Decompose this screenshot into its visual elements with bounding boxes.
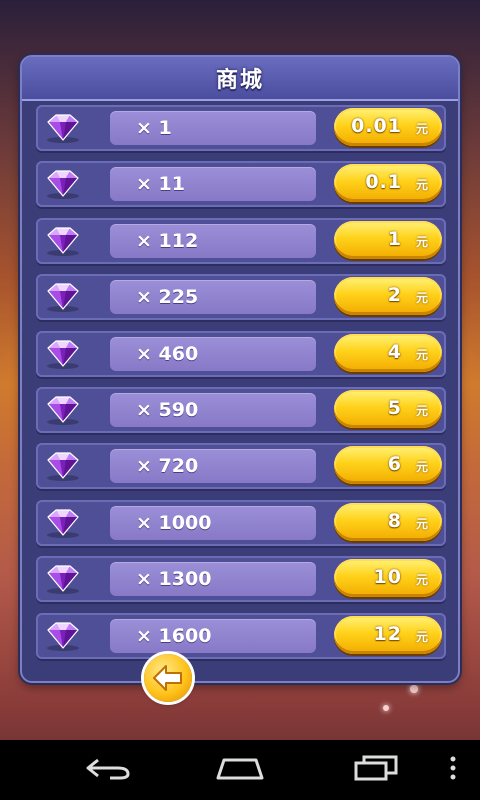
price-value: 8 [387,510,402,532]
nav-home-icon [216,758,264,780]
price-unit: 元 [415,122,428,136]
purple-gem-icon [42,168,84,200]
purple-gem-icon [42,507,84,539]
purple-gem-icon [42,450,84,482]
quantity-box: × 590 [110,393,316,427]
shop-item-row: × 112 1 元 [36,218,446,264]
quantity-label: × 1300 [136,568,212,590]
purple-gem-icon [42,394,84,426]
price-unit: 元 [415,291,428,305]
quantity-box: × 1600 [110,619,316,653]
price-value: 10 [373,566,402,588]
buy-price-button[interactable]: 8 元 [334,503,442,541]
quantity-label: × 590 [136,399,199,421]
quantity-label: × 112 [136,230,199,252]
price-value: 6 [387,453,402,475]
purple-gem-icon [42,225,84,257]
shop-item-row: × 590 5 元 [36,387,446,433]
quantity-label: × 1600 [136,625,212,647]
purple-gem-icon [42,563,84,595]
sparkle [410,685,418,693]
quantity-box: × 1300 [110,562,316,596]
quantity-label: × 720 [136,455,199,477]
buy-price-button[interactable]: 0.01 元 [334,108,442,146]
shop-item-row: × 1000 8 元 [36,500,446,546]
buy-price-button[interactable]: 10 元 [334,559,442,597]
quantity-box: × 225 [110,280,316,314]
price-unit: 元 [415,348,428,362]
price-unit: 元 [415,178,428,192]
purple-gem-icon [42,112,84,144]
price-value: 2 [387,284,402,306]
shop-item-row: × 11 0.1 元 [36,161,446,207]
price-value: 0.01 [351,115,402,137]
buy-price-button[interactable]: 5 元 [334,390,442,428]
purple-gem-icon [42,338,84,370]
price-value: 0.1 [365,171,402,193]
price-unit: 元 [415,630,428,644]
price-value: 12 [373,623,402,645]
price-unit: 元 [415,404,428,418]
buy-price-button[interactable]: 12 元 [334,616,442,654]
quantity-label: × 11 [136,173,185,195]
sparkle [383,705,389,711]
shop-item-row: × 460 4 元 [36,331,446,377]
price-value: 5 [387,397,402,419]
buy-price-button[interactable]: 6 元 [334,446,442,484]
buy-price-button[interactable]: 0.1 元 [334,164,442,202]
shop-title: 商城 [215,68,264,93]
quantity-label: × 225 [136,286,199,308]
back-button[interactable] [144,654,192,702]
quantity-label: × 1000 [136,512,212,534]
nav-back-button[interactable] [84,754,132,786]
shop-header: 商城 [22,57,458,101]
price-unit: 元 [415,235,428,249]
quantity-box: × 460 [110,337,316,371]
quantity-box: × 11 [110,167,316,201]
buy-price-button[interactable]: 4 元 [334,334,442,372]
price-value: 4 [387,341,402,363]
nav-back-icon [86,758,130,780]
buy-price-button[interactable]: 1 元 [334,221,442,259]
shop-item-row: × 720 6 元 [36,443,446,489]
back-arrow-icon [153,665,182,691]
quantity-box: × 720 [110,449,316,483]
shop-item-row: × 1300 10 元 [36,556,446,602]
purple-gem-icon [42,281,84,313]
shop-item-row: × 1600 12 元 [36,613,446,659]
nav-menu-icon [450,756,456,780]
nav-home-button[interactable] [214,754,266,786]
purple-gem-icon [42,620,84,652]
quantity-label: × 1 [136,117,172,139]
buy-price-button[interactable]: 2 元 [334,277,442,315]
nav-recents-button[interactable] [352,754,400,786]
quantity-label: × 460 [136,343,199,365]
shop-item-row: × 1 0.01 元 [36,105,446,151]
nav-menu-button[interactable] [448,754,458,786]
shop-item-row: × 225 2 元 [36,274,446,320]
price-unit: 元 [415,517,428,531]
system-nav-bar [0,740,480,800]
price-value: 1 [387,228,402,250]
quantity-box: × 112 [110,224,316,258]
price-unit: 元 [415,573,428,587]
shop-panel: 商城 × 1 0.01 元 × 11 0.1 元 × 112 1 元 × 225… [20,55,460,683]
quantity-box: × 1000 [110,506,316,540]
quantity-box: × 1 [110,111,316,145]
price-unit: 元 [415,460,428,474]
nav-recents-icon [354,755,398,781]
